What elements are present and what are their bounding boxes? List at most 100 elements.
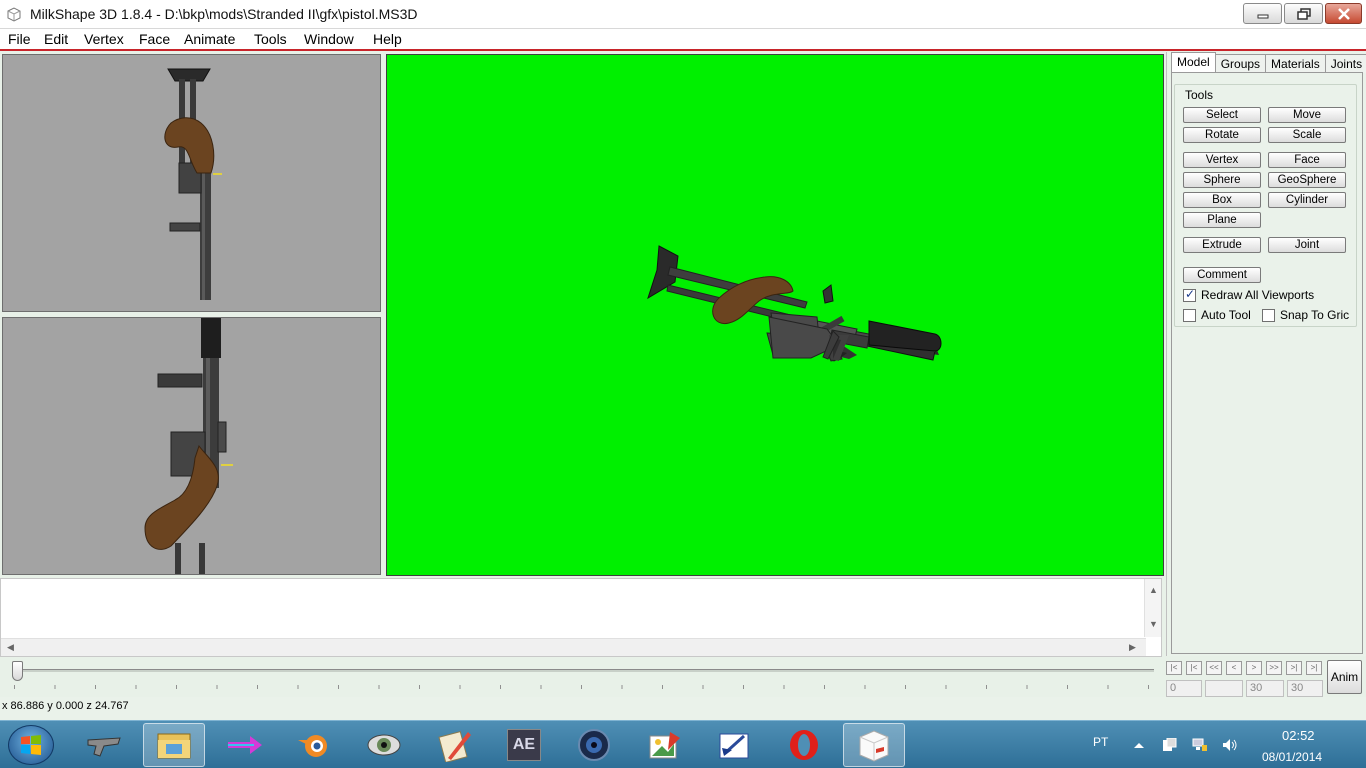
taskbar-file-explorer[interactable] (143, 723, 205, 767)
taskbar-image-editor[interactable] (633, 723, 695, 767)
frame-end-field[interactable]: 30 (1246, 680, 1284, 697)
viewport-side[interactable] (2, 317, 381, 575)
rotate-button[interactable]: Rotate (1183, 127, 1261, 143)
gun-model-top-view (164, 68, 222, 300)
menu-vertex[interactable]: Vertex (84, 31, 124, 47)
taskbar-milkshape[interactable] (843, 723, 905, 767)
clock-time[interactable]: 02:52 (1282, 728, 1315, 743)
select-button[interactable]: Select (1183, 107, 1261, 123)
taskbar-colorful-arrow[interactable] (213, 723, 275, 767)
eye-icon (367, 734, 401, 756)
viewport-3d[interactable] (386, 54, 1164, 576)
menu-window[interactable]: Window (304, 31, 354, 47)
after-effects-icon: AE (507, 729, 541, 761)
snap-to-grid-checkbox[interactable]: Snap To Gric (1262, 308, 1349, 322)
taskbar-notepad-pencil[interactable] (423, 723, 485, 767)
frame-start-field[interactable]: 0 (1166, 680, 1202, 697)
menu-tools[interactable]: Tools (254, 31, 287, 47)
windows-taskbar: AE PT 02:52 08/01/2014 (0, 720, 1366, 768)
console-horizontal-scrollbar[interactable]: ◀ ▶ (1, 638, 1146, 656)
language-indicator[interactable]: PT (1093, 735, 1108, 749)
close-button[interactable] (1325, 3, 1362, 24)
next-frame-button[interactable]: > (1246, 661, 1262, 675)
animation-timeline[interactable] (0, 657, 1166, 697)
clock-date[interactable]: 08/01/2014 (1262, 750, 1322, 764)
tab-model[interactable]: Model (1171, 52, 1216, 73)
taskbar-paint-app[interactable] (703, 723, 765, 767)
extrude-button[interactable]: Extrude (1183, 237, 1261, 253)
crossfire-icon (87, 737, 121, 757)
sphere-button[interactable]: Sphere (1183, 172, 1261, 188)
tab-groups[interactable]: Groups (1214, 54, 1267, 73)
comment-button[interactable]: Comment (1183, 267, 1261, 283)
menu-help[interactable]: Help (373, 31, 402, 47)
first-frame-button[interactable]: |< (1166, 661, 1182, 675)
cursor-coordinates: x 86.886 y 0.000 z 24.767 (2, 700, 129, 712)
taskbar-crossfire[interactable] (73, 723, 135, 767)
timeline-ticks (14, 685, 1154, 689)
timeline-slider-thumb[interactable] (12, 661, 23, 681)
tools-group: Tools Select Move Rotate Scale Vertex Fa… (1174, 84, 1357, 327)
image-editor-icon (649, 732, 680, 759)
network-icon[interactable] (1192, 738, 1208, 752)
action-center-icon[interactable] (1161, 738, 1177, 752)
prev-key-button[interactable]: |< (1186, 661, 1202, 675)
scroll-left-icon[interactable]: ◀ (7, 642, 14, 653)
timeline-track[interactable] (14, 669, 1154, 672)
model-tab-pane: Tools Select Move Rotate Scale Vertex Fa… (1171, 72, 1363, 654)
last-frame-button[interactable]: >| (1306, 661, 1322, 675)
restore-button[interactable] (1284, 3, 1323, 24)
close-icon (1337, 7, 1350, 20)
next-key-button[interactable]: >| (1286, 661, 1302, 675)
tab-materials[interactable]: Materials (1265, 54, 1326, 73)
box-button[interactable]: Box (1183, 192, 1261, 208)
rewind-button[interactable]: << (1206, 661, 1222, 675)
scale-button[interactable]: Scale (1268, 127, 1346, 143)
message-console[interactable]: ▲ ▼ ◀ ▶ (0, 578, 1162, 657)
checkbox-unchecked-icon (1183, 308, 1196, 322)
scroll-up-icon[interactable]: ▲ (1149, 585, 1158, 595)
start-button[interactable] (8, 725, 54, 765)
cylinder-button[interactable]: Cylinder (1268, 192, 1346, 208)
folder-icon (157, 733, 191, 759)
joint-button[interactable]: Joint (1268, 237, 1346, 253)
plane-button[interactable]: Plane (1183, 212, 1261, 228)
forward-button[interactable]: >> (1266, 661, 1282, 675)
frame-current-field[interactable] (1205, 680, 1243, 697)
viewport-top[interactable] (2, 54, 381, 312)
minimize-button[interactable] (1243, 3, 1282, 24)
console-vertical-scrollbar[interactable]: ▲ ▼ (1144, 579, 1161, 637)
taskbar-camera-lens[interactable] (563, 723, 625, 767)
panel-tabs: Model Groups Materials Joints (1171, 52, 1366, 74)
show-hidden-icons-icon[interactable] (1131, 738, 1147, 752)
gun-model-side-view (144, 318, 233, 574)
taskbar-blender[interactable] (283, 723, 345, 767)
taskbar-eye-app[interactable] (353, 723, 415, 767)
menu-file[interactable]: File (8, 31, 31, 47)
auto-tool-checkbox[interactable]: Auto Tool (1183, 308, 1251, 322)
tab-joints[interactable]: Joints (1324, 54, 1366, 73)
prev-frame-button[interactable]: < (1226, 661, 1242, 675)
menu-animate[interactable]: Animate (184, 31, 235, 47)
taskbar-opera[interactable] (773, 723, 835, 767)
opera-icon (790, 730, 818, 760)
volume-icon[interactable] (1222, 738, 1238, 752)
scroll-down-icon[interactable]: ▼ (1149, 619, 1158, 629)
tools-group-label: Tools (1183, 88, 1216, 102)
menu-face[interactable]: Face (139, 31, 170, 47)
taskbar-after-effects[interactable]: AE (493, 723, 555, 767)
face-button[interactable]: Face (1268, 152, 1346, 168)
camera-lens-icon (578, 729, 610, 761)
geosphere-button[interactable]: GeoSphere (1268, 172, 1346, 188)
checkbox-unchecked-icon (1262, 308, 1275, 322)
redraw-all-viewports-checkbox[interactable]: Redraw All Viewports (1183, 287, 1314, 302)
windows-logo-icon (21, 735, 41, 755)
vertex-button[interactable]: Vertex (1183, 152, 1261, 168)
notepad-pencil-icon (438, 730, 471, 762)
scroll-right-icon[interactable]: ▶ (1129, 642, 1136, 653)
anim-button[interactable]: Anim (1327, 660, 1362, 694)
move-button[interactable]: Move (1268, 107, 1346, 123)
restore-icon (1296, 7, 1311, 20)
frame-total-field[interactable]: 30 (1287, 680, 1323, 697)
menu-edit[interactable]: Edit (44, 31, 68, 47)
